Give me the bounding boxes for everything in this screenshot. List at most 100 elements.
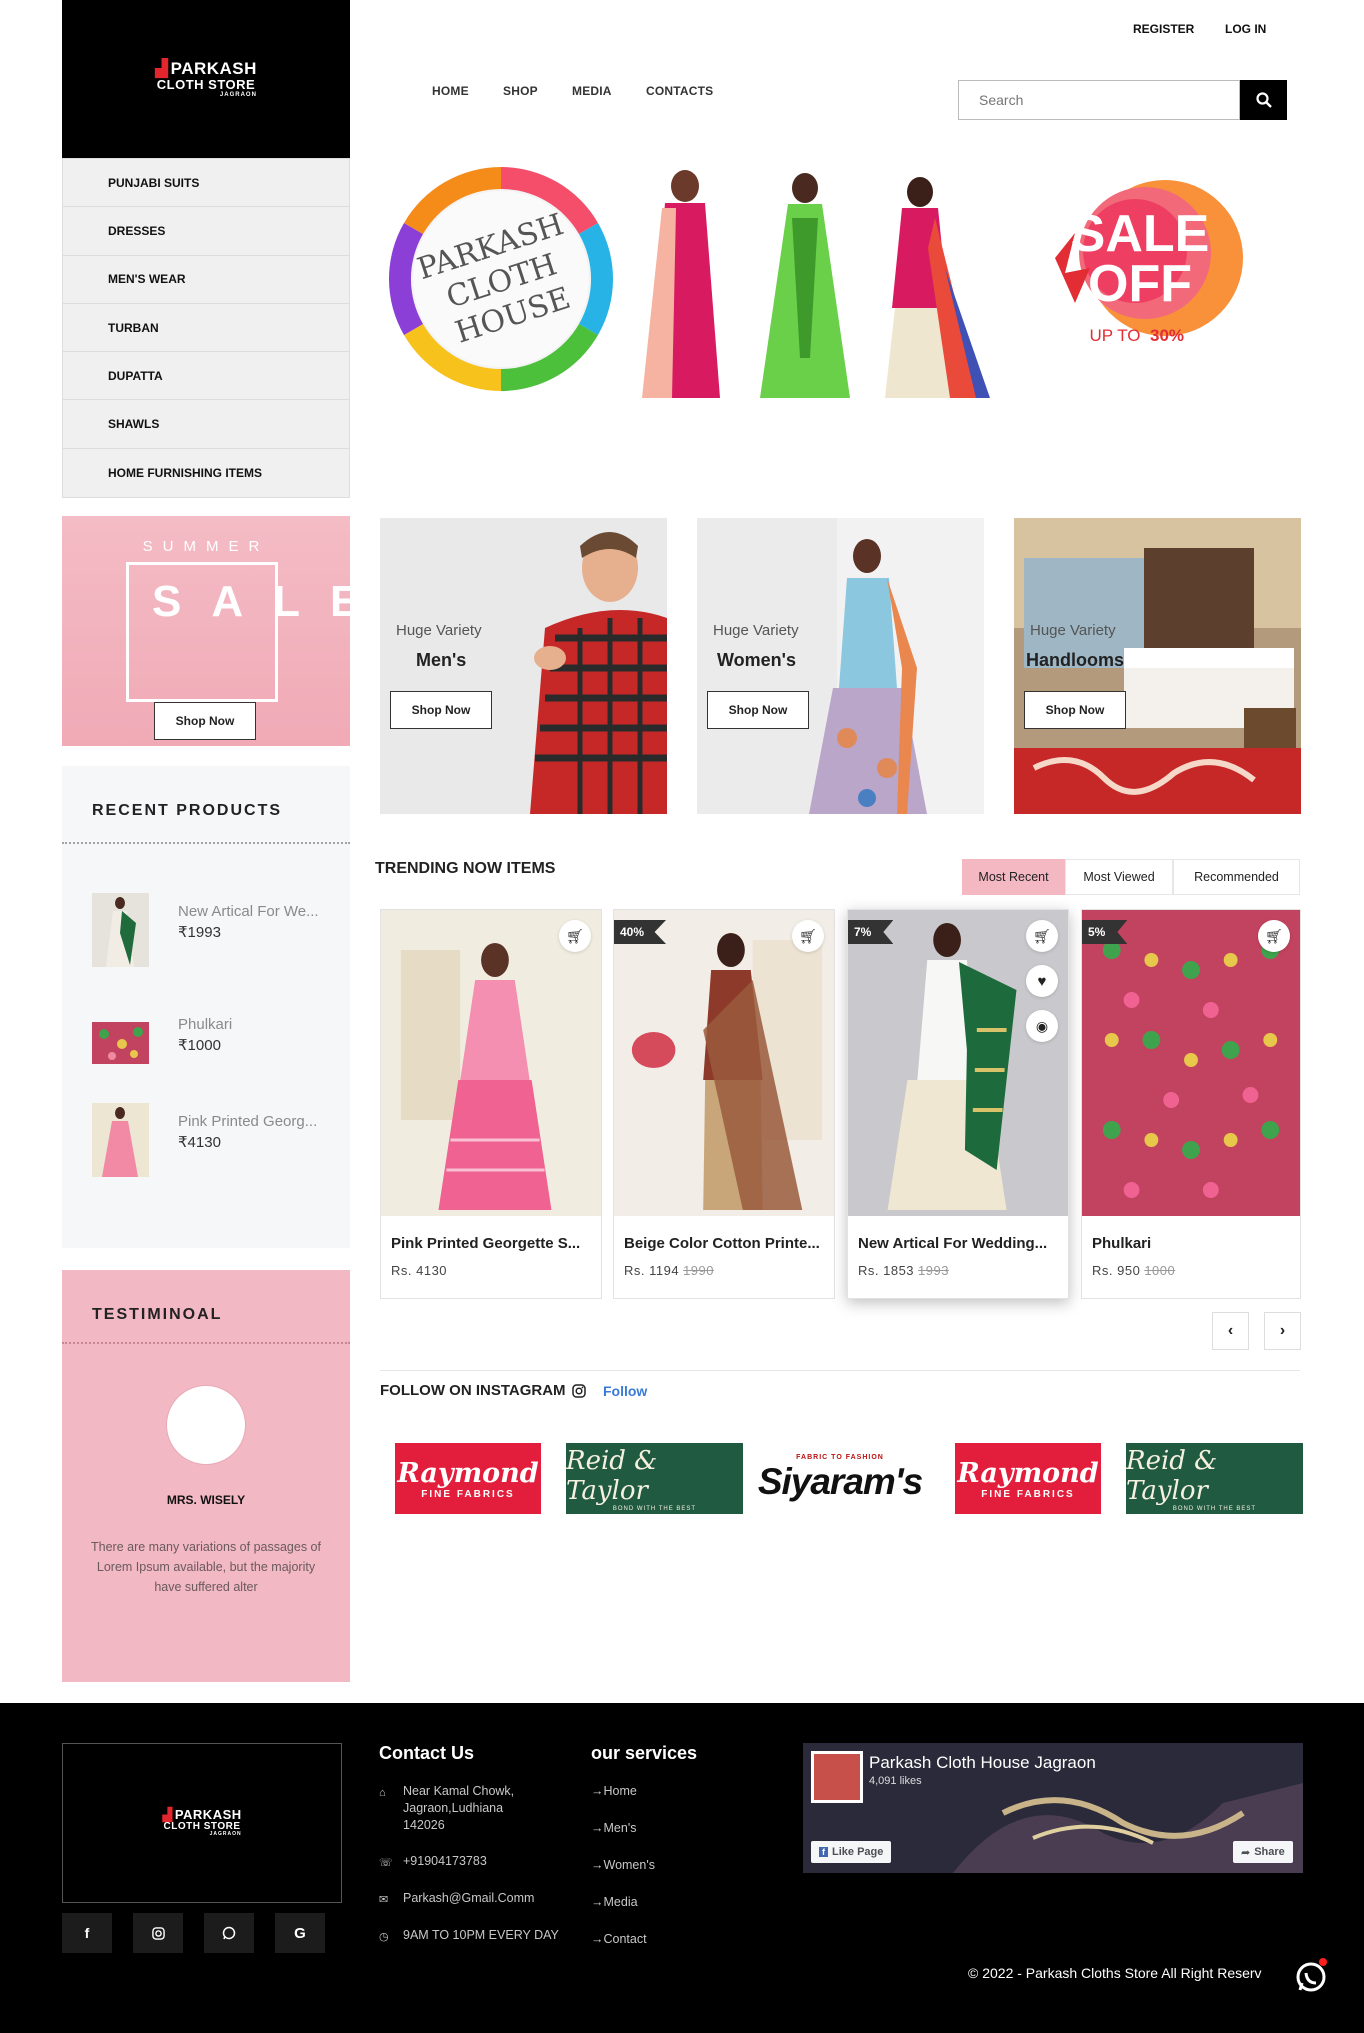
tab-most-recent[interactable]: Most Recent: [962, 859, 1065, 895]
tile-mens[interactable]: Huge Variety Men's Shop Now: [380, 518, 667, 814]
instagram-icon: [151, 1926, 165, 1940]
brand-logo-raymond[interactable]: Raymond FINE FABRICS: [955, 1443, 1101, 1514]
footer-link-media[interactable]: →Media: [591, 1895, 638, 1909]
tile-handlooms[interactable]: Huge Variety Handlooms Shop Now: [1014, 518, 1301, 814]
product-thumbnail: [92, 893, 149, 967]
facebook-page-widget[interactable]: Parkash Cloth House Jagraon 4,091 likes …: [803, 1743, 1303, 1873]
add-to-cart-button[interactable]: 🛒︎: [559, 920, 591, 952]
instagram-follow-link[interactable]: Follow: [603, 1383, 647, 1399]
search-button[interactable]: [1240, 80, 1287, 120]
footer-logo[interactable]: ▟ PARKASH CLOTH STORE JAGRAON: [62, 1743, 342, 1903]
product-name[interactable]: Phulkari: [1092, 1235, 1296, 1252]
carousel-prev-button[interactable]: ‹: [1212, 1312, 1249, 1350]
product-name[interactable]: New Artical For Wedding...: [858, 1235, 1062, 1252]
arrow-right-icon: →: [591, 1932, 604, 1946]
product-price: Rs. 4130: [391, 1263, 448, 1278]
sale-off-graphic: SALE OFF UP TO 30%: [1055, 180, 1243, 345]
wishlist-button[interactable]: ♥: [1026, 965, 1058, 997]
testimonial-name: MRS. WISELY: [166, 1493, 246, 1507]
tab-most-viewed[interactable]: Most Viewed: [1065, 859, 1173, 895]
product-name[interactable]: Pink Printed Georgette S...: [391, 1235, 595, 1252]
nav-contacts[interactable]: CONTACTS: [646, 84, 713, 98]
fb-like-page-button[interactable]: f Like Page: [811, 1841, 892, 1863]
instagram-icon: [571, 1383, 586, 1398]
arrow-right-icon: →: [591, 1784, 604, 1798]
nav-media[interactable]: MEDIA: [572, 84, 612, 98]
recent-item[interactable]: New Artical For We... ₹1993: [92, 893, 332, 969]
add-to-cart-button[interactable]: 🛒︎: [1258, 920, 1290, 952]
carousel-next-button[interactable]: ›: [1264, 1312, 1301, 1350]
category-item[interactable]: HOME FURNISHING ITEMS: [63, 449, 349, 497]
summer-sale-text: SALE: [152, 577, 390, 626]
brand-logo-siyarams[interactable]: FABRIC TO FASHION Siyaram's: [755, 1443, 925, 1514]
fb-share-button[interactable]: ➦ Share: [1233, 1841, 1293, 1863]
add-to-cart-button[interactable]: 🛒︎: [1026, 920, 1058, 952]
product-price: Rs. 950 1000: [1092, 1263, 1176, 1278]
fb-likes: 4,091 likes: [869, 1775, 922, 1787]
tab-recommended[interactable]: Recommended: [1173, 859, 1300, 895]
add-to-cart-button[interactable]: 🛒︎: [792, 920, 824, 952]
product-card[interactable]: 7% 🛒︎ ♥ ◉ New Artical For Wedding... Rs.…: [847, 909, 1069, 1299]
contact-phone[interactable]: ☏ +91904173783: [379, 1853, 487, 1870]
recent-title: RECENT PRODUCTS: [92, 802, 283, 819]
contact-address: ⌂ Near Kamal Chowk, Jagraon,Ludhiana 1420…: [379, 1784, 515, 1832]
brand-logo-raymond[interactable]: Raymond FINE FABRICS: [395, 1443, 541, 1514]
category-item[interactable]: DRESSES: [63, 207, 349, 256]
brand-logo-reid-taylor[interactable]: Reid & Taylor BOND WITH THE BEST: [1126, 1443, 1303, 1514]
nav-shop[interactable]: SHOP: [503, 84, 538, 98]
product-card[interactable]: 🛒︎ Pink Printed Georgette S... Rs. 4130: [380, 909, 602, 1299]
facebook-icon: f: [84, 1925, 90, 1941]
shop-now-button[interactable]: Shop Now: [1024, 691, 1126, 729]
product-image: [614, 910, 834, 1216]
location-icon: ⌂: [379, 1787, 386, 1799]
login-link[interactable]: LOG IN: [1225, 22, 1266, 36]
footer-link-contact[interactable]: →Contact: [591, 1932, 647, 1946]
shop-now-button[interactable]: Shop Now: [707, 691, 809, 729]
shop-now-button[interactable]: Shop Now: [390, 691, 492, 729]
product-name[interactable]: Beige Color Cotton Printe...: [624, 1235, 828, 1252]
summer-title: SUMMER: [142, 538, 270, 555]
facebook-button[interactable]: f: [62, 1913, 112, 1953]
header-logo[interactable]: ▟ PARKASH CLOTH STORE JAGRAON: [62, 0, 350, 158]
recent-item[interactable]: Pink Printed Georg... ₹4130: [92, 1103, 332, 1179]
tile-womens[interactable]: Huge Variety Women's Shop Now: [697, 518, 984, 814]
trending-title: TRENDING NOW ITEMS: [375, 860, 556, 877]
instagram-button[interactable]: [133, 1913, 183, 1953]
contact-email[interactable]: ✉ Parkash@Gmail.Comm: [379, 1890, 534, 1907]
contact-hours: ◷ 9AM TO 10PM EVERY DAY: [379, 1928, 559, 1943]
product-card[interactable]: 40% 🛒︎ Beige Color Cotton Printe... Rs. …: [613, 909, 835, 1299]
whatsapp-chat-button[interactable]: [1293, 1957, 1329, 1993]
google-button[interactable]: G: [275, 1913, 325, 1953]
fb-page-name[interactable]: Parkash Cloth House Jagraon: [869, 1753, 1096, 1773]
hero-banner[interactable]: PARKASH CLOTH HOUSE SALE OFF UP TO 30%: [380, 158, 1280, 403]
model-figures: [642, 170, 990, 398]
nav-home[interactable]: HOME: [432, 84, 469, 98]
product-price: Rs. 1194 1990: [624, 1263, 714, 1278]
recent-item-name: New Artical For We...: [178, 903, 319, 920]
recent-item[interactable]: Phulkari ₹1000: [92, 1006, 332, 1082]
summer-shop-button[interactable]: Shop Now: [154, 702, 256, 740]
category-item[interactable]: DUPATTA: [63, 352, 349, 401]
footer-link-womens[interactable]: →Women's: [591, 1858, 655, 1872]
search-input[interactable]: [958, 80, 1240, 120]
footer-link-home[interactable]: →Home: [591, 1784, 637, 1798]
tile-subtitle: Huge Variety: [396, 622, 482, 639]
category-item[interactable]: SHAWLS: [63, 400, 349, 449]
services-heading: our services: [591, 1743, 698, 1763]
category-item[interactable]: TURBAN: [63, 304, 349, 353]
recent-item-price: ₹4130: [178, 1134, 221, 1151]
footer-link-mens[interactable]: →Men's: [591, 1821, 636, 1835]
tile-title: Handlooms: [1026, 650, 1125, 670]
register-link[interactable]: REGISTER: [1133, 22, 1194, 36]
category-item[interactable]: PUNJABI SUITS: [63, 159, 349, 208]
summer-sale-promo: SUMMER SALE Shop Now: [62, 516, 390, 746]
quick-view-button[interactable]: ◉: [1026, 1010, 1058, 1042]
whatsapp-button[interactable]: [204, 1913, 254, 1953]
basket-icon: 🛒︎: [566, 927, 584, 944]
sale-sub: UP TO: [1089, 326, 1140, 345]
arrow-right-icon: →: [591, 1858, 604, 1872]
clock-icon: ◷: [379, 1931, 389, 1943]
product-card[interactable]: 5% 🛒︎ Phulkari Rs. 950 1000: [1081, 909, 1301, 1299]
category-item[interactable]: MEN'S WEAR: [63, 256, 349, 304]
brand-logo-reid-taylor[interactable]: Reid & Taylor BOND WITH THE BEST: [566, 1443, 743, 1514]
